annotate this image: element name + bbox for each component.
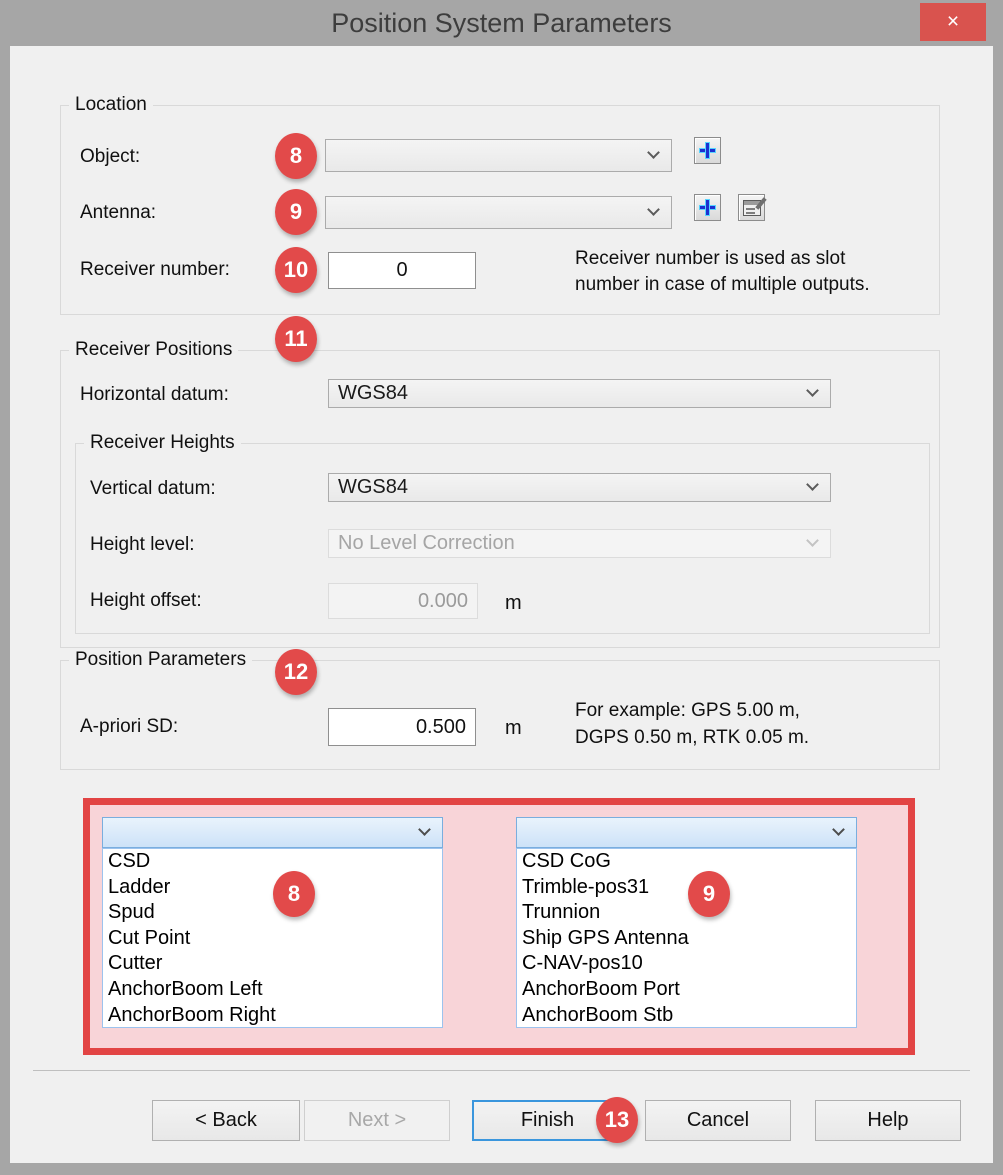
horizontal-datum-label: Horizontal datum: (80, 384, 229, 405)
chevron-down-icon (806, 533, 819, 547)
chevron-down-icon (418, 822, 431, 836)
apriori-example-text: For example: GPS 5.00 m, DGPS 0.50 m, RT… (575, 697, 809, 751)
next-button: Next > (304, 1100, 450, 1141)
annotation-badge-13: 13 (596, 1097, 638, 1143)
horizontal-datum-combobox[interactable]: WGS84 (328, 379, 831, 408)
annotation-badge-8-list: 8 (273, 871, 315, 917)
apriori-sd-unit: m (505, 717, 522, 739)
object-combobox[interactable] (325, 139, 672, 172)
plus-icon (699, 199, 716, 216)
antenna-properties-icon (742, 196, 767, 216)
list-item[interactable]: C-NAV-pos10 (517, 951, 856, 977)
list-item[interactable]: Cutter (103, 951, 442, 977)
list-item[interactable]: AnchorBoom Port (517, 977, 856, 1003)
annotation-badge-9: 9 (275, 189, 317, 235)
plus-icon (699, 142, 716, 159)
list-item[interactable]: Trimble-pos31 (517, 875, 856, 901)
vertical-datum-combobox[interactable]: WGS84 (328, 473, 831, 502)
apriori-sd-input[interactable] (328, 708, 476, 746)
annotation-badge-11: 11 (275, 316, 317, 362)
receiver-number-label: Receiver number: (80, 259, 230, 280)
height-level-label: Height level: (90, 534, 195, 555)
receiver-heights-legend: Receiver Heights (84, 432, 241, 454)
receiver-positions-legend: Receiver Positions (69, 339, 239, 361)
annotation-badge-12: 12 (275, 649, 317, 695)
height-offset-input (328, 583, 478, 619)
vertical-datum-label: Vertical datum: (90, 478, 216, 499)
chevron-down-icon (832, 822, 845, 836)
location-group-legend: Location (69, 94, 153, 116)
close-button[interactable]: × (920, 3, 986, 41)
list-item[interactable]: AnchorBoom Left (103, 977, 442, 1003)
dialog-title: Position System Parameters (331, 8, 672, 38)
height-offset-label: Height offset: (90, 590, 202, 611)
receiver-number-hint-line2: number in case of multiple outputs. (575, 274, 870, 295)
antenna-dropdown-list: CSD CoG Trimble-pos31 Trunnion Ship GPS … (516, 848, 857, 1028)
antenna-label: Antenna: (80, 202, 157, 223)
height-level-combobox: No Level Correction (328, 529, 831, 558)
list-item[interactable]: AnchorBoom Right (103, 1003, 442, 1027)
antenna-list-combobox-header[interactable] (516, 817, 857, 848)
object-list-combobox-header[interactable] (102, 817, 443, 848)
height-level-value: No Level Correction (338, 532, 515, 554)
close-icon: × (946, 10, 960, 33)
button-separator (33, 1070, 970, 1071)
add-object-button[interactable] (694, 137, 721, 164)
vertical-datum-value: WGS84 (338, 476, 409, 498)
cancel-button[interactable]: Cancel (645, 1100, 791, 1141)
antenna-properties-button[interactable] (738, 194, 767, 221)
object-label: Object: (80, 146, 141, 167)
title-bar: Position System Parameters × (0, 0, 1003, 46)
chevron-down-icon (806, 477, 819, 491)
list-item[interactable]: CSD CoG (517, 849, 856, 875)
add-antenna-button[interactable] (694, 194, 721, 221)
annotation-highlight-box: CSD Ladder Spud Cut Point Cutter AnchorB… (83, 798, 915, 1055)
annotation-badge-8: 8 (275, 133, 317, 179)
object-dropdown-list: CSD Ladder Spud Cut Point Cutter AnchorB… (102, 848, 443, 1028)
chevron-down-icon (647, 202, 660, 216)
receiver-number-hint-line1: Receiver number is used as slot (575, 248, 846, 269)
antenna-combobox[interactable] (325, 196, 672, 229)
list-item[interactable]: CSD (103, 849, 442, 875)
annotation-badge-10: 10 (275, 247, 317, 293)
horizontal-datum-value: WGS84 (338, 382, 409, 404)
apriori-example-line2: DGPS 0.50 m, RTK 0.05 m. (575, 727, 810, 748)
list-item[interactable]: Cut Point (103, 926, 442, 952)
receiver-number-hint: Receiver number is used as slot number i… (575, 246, 870, 298)
list-item[interactable]: AnchorBoom Stb (517, 1003, 856, 1027)
position-parameters-legend: Position Parameters (69, 649, 253, 671)
chevron-down-icon (647, 145, 660, 159)
list-item[interactable]: Trunnion (517, 900, 856, 926)
help-button[interactable]: Help (815, 1100, 961, 1141)
list-item[interactable]: Spud (103, 900, 442, 926)
apriori-example-line1: For example: GPS 5.00 m, (575, 700, 800, 721)
position-system-parameters-dialog: Position System Parameters × Location Ob… (0, 0, 1003, 1175)
dialog-content: Location Object: Antenna: Receiver numbe… (10, 46, 993, 1163)
back-button[interactable]: < Back (152, 1100, 300, 1141)
annotation-badge-9-list: 9 (688, 871, 730, 917)
list-item[interactable]: Ship GPS Antenna (517, 926, 856, 952)
apriori-sd-label: A-priori SD: (80, 716, 179, 737)
chevron-down-icon (806, 383, 819, 397)
height-offset-unit: m (505, 592, 522, 614)
receiver-number-input[interactable] (328, 252, 476, 289)
